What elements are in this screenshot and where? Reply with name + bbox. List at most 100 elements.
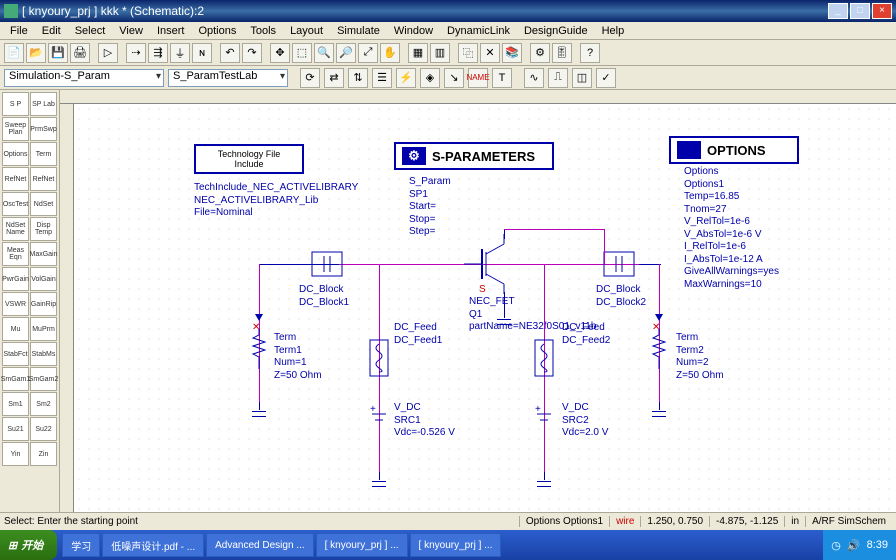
sparam-labels[interactable]: S_Param SP1 Start= Stop= Step= (409, 176, 451, 239)
dcblock2-symbol[interactable] (604, 252, 634, 276)
minimize-button[interactable]: _ (828, 3, 848, 19)
palette-muprm[interactable]: MuPrm (30, 317, 57, 341)
palette-sp[interactable]: S P (2, 92, 29, 116)
task-5[interactable]: [ knyoury_prj ] ... (410, 533, 502, 557)
palette-zin[interactable]: Zin (30, 442, 57, 466)
ground-button[interactable]: ⏚ (170, 43, 190, 63)
mirror-v-button[interactable]: ⇅ (348, 68, 368, 88)
wire-fet-s[interactable] (504, 292, 505, 312)
task-1[interactable]: 学习 (62, 533, 100, 557)
toggle-button[interactable]: ◫ (572, 68, 592, 88)
system-tray[interactable]: ◷ 🔊 8:39 (823, 530, 896, 560)
delete-button[interactable]: ✕ (480, 43, 500, 63)
palette-smgam1[interactable]: SmGam1 (2, 367, 29, 391)
maximize-button[interactable]: □ (850, 3, 870, 19)
save-button[interactable]: 💾 (48, 43, 68, 63)
sine-button[interactable]: ∿ (524, 68, 544, 88)
menu-edit[interactable]: Edit (36, 24, 67, 38)
palette-prmswp[interactable]: PrmSwp (30, 117, 57, 141)
menu-window[interactable]: Window (388, 24, 439, 38)
menu-layout[interactable]: Layout (284, 24, 329, 38)
palette-smgam2[interactable]: SmGam2 (30, 367, 57, 391)
palette-ndset[interactable]: NdSet (30, 192, 57, 216)
name2-button[interactable]: NAME (468, 68, 488, 88)
zoom-fit-button[interactable]: ⤢ (358, 43, 378, 63)
dcfeed1-symbol[interactable] (370, 340, 388, 376)
task-4[interactable]: [ knyoury_prj ] ... (316, 533, 408, 557)
vdc1-label[interactable]: V_DC SRC1 Vdc=-0.526 V (394, 402, 455, 440)
term2-label[interactable]: Term Term2 Num=2 Z=50 Ohm (676, 332, 724, 382)
palette-term[interactable]: Term (30, 142, 57, 166)
term1-gnd-icon[interactable] (252, 402, 266, 417)
palette-sweepplan[interactable]: Sweep Plan (2, 117, 29, 141)
menu-insert[interactable]: Insert (151, 24, 191, 38)
mirror-h-button[interactable]: ⇄ (324, 68, 344, 88)
options-labels[interactable]: Options Options1 Temp=16.85 Tnom=27 V_Re… (684, 166, 779, 291)
menu-select[interactable]: Select (69, 24, 112, 38)
palette-osctest[interactable]: OscTest (2, 192, 29, 216)
text-button[interactable]: T (492, 68, 512, 88)
redo-button[interactable]: ↷ (242, 43, 262, 63)
pointer-button[interactable]: ▷ (98, 43, 118, 63)
menu-view[interactable]: View (113, 24, 149, 38)
vdc1-symbol[interactable]: + (370, 404, 388, 434)
term2-gnd-icon[interactable] (652, 402, 666, 417)
move-button[interactable]: ✥ (270, 43, 290, 63)
tune-button[interactable]: 🎚 (552, 43, 572, 63)
menu-dynamiclink[interactable]: DynamicLink (441, 24, 516, 38)
push-button[interactable]: ▥ (430, 43, 450, 63)
copy-button[interactable]: ⿻ (458, 43, 478, 63)
palette-gainrip[interactable]: GainRip (30, 292, 57, 316)
menu-simulate[interactable]: Simulate (331, 24, 386, 38)
term1-symbol[interactable] (250, 329, 268, 369)
zoom-out-button[interactable]: 🔎 (336, 43, 356, 63)
palette-su22[interactable]: Su22 (30, 417, 57, 441)
schematic-canvas[interactable]: Technology File Include TechInclude_NEC_… (74, 104, 896, 530)
undo-button[interactable]: ↶ (220, 43, 240, 63)
wire-drain[interactable] (504, 229, 604, 230)
zoom-in-button[interactable]: 🔍 (314, 43, 334, 63)
port-button[interactable]: ◈ (420, 68, 440, 88)
library-button[interactable]: 📚 (502, 43, 522, 63)
dcfeed2-label[interactable]: DC_Feed DC_Feed2 (562, 322, 610, 347)
bus-button[interactable]: ⇶ (148, 43, 168, 63)
name-button[interactable]: ɴ (192, 43, 212, 63)
new-button[interactable]: 📄 (4, 43, 24, 63)
term2-symbol[interactable] (650, 329, 668, 369)
task-3[interactable]: Advanced Design ... (206, 533, 314, 557)
palette-sm2[interactable]: Sm2 (30, 392, 57, 416)
techinclude-block[interactable]: Technology File Include (194, 144, 304, 174)
dcblock1-label[interactable]: DC_Block DC_Block1 (299, 284, 349, 309)
vdc2-symbol[interactable]: + (535, 404, 553, 434)
dcblock1-symbol[interactable] (312, 252, 342, 276)
vdc1-gnd-icon[interactable] (372, 472, 386, 487)
vdc2-gnd-icon[interactable] (537, 472, 551, 487)
techinclude-labels[interactable]: TechInclude_NEC_ACTIVELIBRARY NEC_ACTIVE… (194, 182, 358, 220)
palette-disptemp[interactable]: Disp Temp (30, 217, 57, 241)
palette-su21[interactable]: Su21 (2, 417, 29, 441)
palette-ndsetname[interactable]: NdSet Name (2, 217, 29, 241)
term1-label[interactable]: Term Term1 Num=1 Z=50 Ohm (274, 332, 322, 382)
fet-gnd-icon[interactable] (497, 310, 511, 325)
palette-sm1[interactable]: Sm1 (2, 392, 29, 416)
dcfeed1-label[interactable]: DC_Feed DC_Feed1 (394, 322, 442, 347)
menu-designguide[interactable]: DesignGuide (518, 24, 594, 38)
menu-help[interactable]: Help (596, 24, 631, 38)
menu-tools[interactable]: Tools (244, 24, 282, 38)
menu-options[interactable]: Options (192, 24, 242, 38)
wire-button[interactable]: ⇢ (126, 43, 146, 63)
vdc2-label[interactable]: V_DC SRC2 Vdc=2.0 V (562, 402, 608, 440)
sparam-block[interactable]: ⚙ S-PARAMETERS (394, 142, 554, 170)
open-button[interactable]: 📂 (26, 43, 46, 63)
print-button[interactable]: 🖨 (70, 43, 90, 63)
dcfeed2-symbol[interactable] (535, 340, 553, 376)
align-button[interactable]: ☰ (372, 68, 392, 88)
simulate-button[interactable]: ⚙ (530, 43, 550, 63)
palette-stabms[interactable]: StabMs (30, 342, 57, 366)
fet-symbol[interactable] (464, 234, 514, 294)
rotate-button[interactable]: ⟳ (300, 68, 320, 88)
tray-volume-icon[interactable]: 🔊 (847, 539, 861, 552)
menu-file[interactable]: File (4, 24, 34, 38)
close-button[interactable]: × (872, 3, 892, 19)
square-button[interactable]: ⎍ (548, 68, 568, 88)
